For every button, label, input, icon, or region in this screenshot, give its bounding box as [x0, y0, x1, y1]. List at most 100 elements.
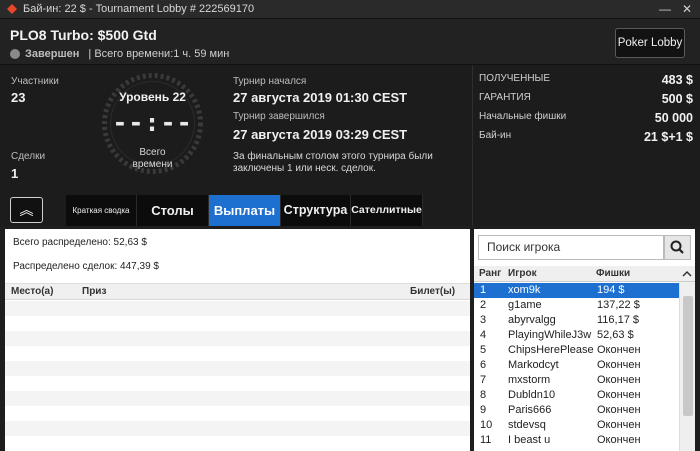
- player-name: Paris666: [508, 404, 552, 416]
- tab-payouts[interactable]: Выплаты: [209, 195, 281, 226]
- stat-label: Начальные фишки: [479, 111, 567, 122]
- player-chips: Окончен: [597, 344, 641, 356]
- app-logo-icon: [7, 4, 17, 14]
- player-rank: 5: [480, 344, 487, 356]
- list-item[interactable]: 7 mxstorm Окончен: [474, 373, 679, 388]
- poker-lobby-button[interactable]: Poker Lobby: [615, 28, 685, 58]
- player-chips: Окончен: [597, 434, 641, 446]
- stat-value: 483 $: [661, 73, 693, 87]
- tournament-lobby-window: Бай-ин: 22 $ - Tournament Lobby # 222569…: [0, 0, 700, 451]
- list-item[interactable]: 11 I beast u Окончен: [474, 433, 679, 448]
- deals-value: 1: [11, 166, 19, 181]
- player-chips: 116,17 $: [597, 314, 640, 326]
- end-label: Турнир завершился: [233, 111, 325, 122]
- player-name: stdevsq: [508, 419, 546, 431]
- deals-distributed: Распределено сделок: 447,39 $: [13, 261, 159, 272]
- col-player[interactable]: Игрок: [508, 268, 537, 279]
- tab-summary[interactable]: Краткая сводка: [66, 195, 137, 226]
- list-item[interactable]: 5 ChipsHerePlease Окончен: [474, 343, 679, 358]
- level-label: Уровень 22: [119, 90, 186, 104]
- end-value: 27 августа 2019 03:29 CEST: [233, 127, 408, 142]
- col-prize[interactable]: Приз: [82, 286, 106, 297]
- payouts-table-header: Место(а) Приз Билет(ы): [5, 284, 470, 300]
- player-rank: 8: [480, 389, 487, 401]
- table-row: [5, 436, 470, 451]
- tab-tables[interactable]: Столы: [137, 195, 209, 226]
- table-row: [5, 421, 470, 436]
- minimize-button[interactable]: —: [656, 0, 674, 19]
- stat-value: 21 $+1 $: [643, 130, 693, 144]
- total-time: | Всего времени:1 ч. 59 мин: [88, 48, 230, 60]
- collapse-button[interactable]: ︽: [10, 197, 43, 223]
- status-text: Завершен: [25, 48, 80, 60]
- stat-row: Начальные фишки 50 000: [479, 111, 693, 125]
- player-rank: 3: [480, 314, 487, 326]
- stat-label: ГАРАНТИЯ: [479, 92, 531, 103]
- player-name: ChipsHerePlease: [508, 344, 594, 356]
- start-label: Турнир начался: [233, 76, 307, 87]
- player-chips: Окончен: [597, 359, 641, 371]
- table-row: [5, 406, 470, 421]
- search-button[interactable]: [664, 235, 691, 260]
- player-name: g1ame: [508, 299, 542, 311]
- table-row: [5, 361, 470, 376]
- list-item[interactable]: 9 Paris666 Окончен: [474, 403, 679, 418]
- payouts-panel: Всего распределено: 52,63 $ Распределено…: [5, 229, 470, 451]
- player-rank: 10: [480, 419, 493, 431]
- player-rank: 6: [480, 359, 487, 371]
- tab-structure[interactable]: Структура: [281, 195, 351, 226]
- list-item[interactable]: 8 Dubldn10 Окончен: [474, 388, 679, 403]
- list-item[interactable]: 6 Markodcyt Окончен: [474, 358, 679, 373]
- tournament-status: Завершен | Всего времени:1 ч. 59 мин: [10, 48, 229, 60]
- player-name: I beast u: [508, 434, 551, 446]
- list-item[interactable]: 3 abyrvalgg 116,17 $: [474, 313, 679, 328]
- deals-label: Сделки: [11, 151, 46, 162]
- tab-satellites[interactable]: Сателлитные: [351, 195, 423, 226]
- player-name: mxstorm: [508, 374, 551, 386]
- player-rank: 7: [480, 374, 487, 386]
- stat-row: ПОЛУЧЕННЫЕ 483 $: [479, 73, 693, 87]
- list-item[interactable]: 10 stdevsq Окончен: [474, 418, 679, 433]
- player-chips: Окончен: [597, 374, 641, 386]
- search-icon: [670, 240, 684, 254]
- list-item[interactable]: 4 PlayingWhileJ3w 52,63 $: [474, 328, 679, 343]
- table-row: [5, 316, 470, 331]
- col-rank[interactable]: Ранг: [479, 268, 501, 279]
- player-name: Markodcyt: [508, 359, 559, 371]
- level-timer: Уровень 22 --:-- Всего времени: [100, 71, 205, 176]
- col-place[interactable]: Место(а): [11, 286, 53, 297]
- player-rank: 1: [480, 284, 487, 296]
- timer-caption-line2: времени: [132, 159, 173, 170]
- timer-clock: --:--: [112, 108, 193, 137]
- list-item[interactable]: 1 xom9k 194 $: [474, 283, 679, 298]
- tournament-name: PLO8 Turbo: $500 Gtd: [10, 27, 157, 43]
- stat-label: ПОЛУЧЕННЫЕ: [479, 73, 551, 84]
- scrollbar-thumb[interactable]: [683, 296, 693, 416]
- player-rank: 11: [480, 434, 492, 446]
- status-dot-icon: [10, 49, 20, 59]
- start-value: 27 августа 2019 01:30 CEST: [233, 90, 408, 105]
- players-scrollbar[interactable]: [679, 282, 695, 451]
- participants-label: Участники: [11, 76, 59, 87]
- title-bar: Бай-ин: 22 $ - Tournament Lobby # 222569…: [0, 0, 700, 19]
- col-ticket[interactable]: Билет(ы): [410, 286, 455, 297]
- table-row: [5, 301, 470, 316]
- table-row: [5, 331, 470, 346]
- player-chips: 194 $: [597, 284, 625, 296]
- stat-value: 500 $: [661, 92, 693, 106]
- timer-caption: Всего времени: [100, 147, 205, 171]
- player-chips: Окончен: [597, 404, 641, 416]
- stats-panel: ПОЛУЧЕННЫЕ 483 $ ГАРАНТИЯ 500 $ Начальны…: [472, 65, 700, 226]
- list-item[interactable]: 2 g1ame 137,22 $: [474, 298, 679, 313]
- close-button[interactable]: ✕: [678, 0, 696, 19]
- player-search-input[interactable]: Поиск игрока: [478, 235, 664, 260]
- table-row: [5, 346, 470, 361]
- player-chips: Окончен: [597, 389, 641, 401]
- window-title: Бай-ин: 22 $ - Tournament Lobby # 222569…: [23, 3, 255, 15]
- player-chips: 52,63 $: [597, 329, 634, 341]
- player-name: abyrvalgg: [508, 314, 556, 326]
- scroll-up-icon[interactable]: [682, 269, 692, 279]
- col-chips[interactable]: Фишки: [596, 268, 630, 279]
- player-rank: 9: [480, 404, 487, 416]
- payouts-summary: Всего распределено: 52,63 $ Распределено…: [5, 229, 470, 284]
